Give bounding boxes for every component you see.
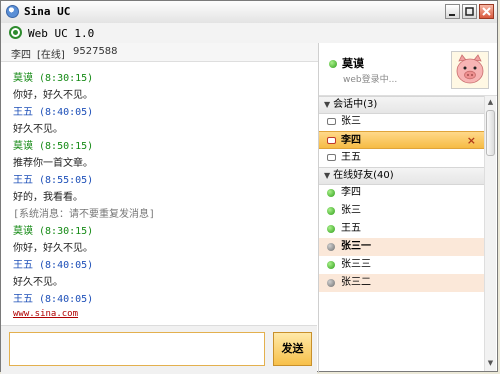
my-name-row: 莫谟 [329,55,364,71]
contacts-scrollbar[interactable]: ▲ ▼ [484,96,496,371]
message-text: 好久不见。 [13,277,63,288]
scroll-up-icon[interactable]: ▲ [486,97,495,108]
away-status-icon [327,279,335,287]
send-button[interactable]: 发送 [273,332,312,366]
expand-arrow-icon: ▼ [324,171,331,180]
expand-arrow-icon: ▼ [324,100,331,109]
away-status-icon [327,243,335,251]
contact-item[interactable]: 张三二 [319,274,484,292]
avatar[interactable] [451,51,489,89]
scrollbar-thumb[interactable] [486,110,495,156]
title-bar[interactable]: Sina UC [1,1,497,24]
contact-item[interactable]: 王五 [319,220,484,238]
contact-name: 张三 [341,116,361,127]
contact-item[interactable]: 张三一 [319,238,484,256]
my-status: web登录中... [343,75,398,85]
contact-item-selected[interactable]: 李四 × [319,131,484,149]
close-session-icon[interactable]: × [467,132,476,150]
message-input[interactable] [9,332,265,366]
peer-name: 李四 [11,50,31,61]
app-header: Web UC 1.0 [1,23,497,44]
sina-logo-icon [6,5,19,18]
contact-name: 王五 [341,223,361,234]
contact-name: 张三 [341,205,361,216]
message-text: 好的，我看看。 [13,192,83,203]
message-sender: 莫谟 (8:30:15) [13,73,94,84]
contact-item[interactable]: 李四 [319,184,484,202]
message-sender: 莫谟 (8:50:15) [13,141,94,152]
message-text: 好久不见。 [13,124,63,135]
group-label: 在线好友 [333,170,374,181]
group-label: 会话中 [333,99,364,110]
online-status-icon [327,189,335,197]
message-sender: 王五 (8:40:05) [13,260,94,271]
chat-bubble-icon [327,118,336,125]
contact-name: 张三三 [341,259,371,270]
app-version-label: Web UC 1.0 [28,27,95,40]
system-message: [系统消息：请不要重复发消息] [13,209,156,220]
online-status-icon [327,225,335,233]
online-status-icon [327,207,335,215]
contact-name: 李四 [341,135,361,146]
close-window-button[interactable] [479,4,494,19]
composer: 发送 [1,325,317,374]
app-window: Sina UC Web UC 1.0 李四 [在线] 9527588 莫谟 (8… [0,0,498,374]
minimize-button[interactable] [445,4,460,19]
my-profile: 莫谟 web登录中... [319,43,497,96]
maximize-button[interactable] [462,4,477,19]
group-count: (40) [373,170,394,181]
contact-item[interactable]: 张三 [319,113,484,131]
uc-logo-icon [9,26,22,39]
message-text: 你好，好久不见。 [13,90,93,101]
peer-status: [在线] [37,50,65,61]
message-sender: 莫谟 (8:30:15) [13,226,94,237]
chat-bubble-icon [327,154,336,161]
message-link[interactable]: www.sina.com [13,309,78,319]
contact-name: 李四 [341,187,361,198]
group-header-active[interactable]: ▼ 会话中(3) [319,96,484,114]
contacts-panel: 莫谟 web登录中... ▼ 会话中(3) 张三 李四 × 王五 ▼ 在线好友(… [319,43,497,371]
my-name: 莫谟 [342,57,364,70]
message-sender: 王五 (8:40:05) [13,107,94,118]
message-sender: 王五 (8:40:05) [13,294,94,305]
message-sender: 王五 (8:55:05) [13,175,94,186]
message-text: 你好，好久不见。 [13,243,93,254]
chat-header: 李四 [在线] 9527588 [1,43,318,62]
group-count: (3) [363,99,378,110]
online-status-icon [329,60,337,68]
contact-name: 张三一 [341,241,371,252]
pig-avatar-icon [456,54,484,84]
chat-panel: 李四 [在线] 9527588 莫谟 (8:30:15) 你好，好久不见。 王五… [1,43,319,374]
contact-item[interactable]: 张三 [319,202,484,220]
group-header-online[interactable]: ▼ 在线好友(40) [319,167,484,185]
message-history[interactable]: 莫谟 (8:30:15) 你好，好久不见。 王五 (8:40:05) 好久不见。… [1,62,317,324]
online-status-icon [327,261,335,269]
scroll-down-icon[interactable]: ▼ [486,358,495,369]
message-text: 推荐你一首文章。 [13,158,93,169]
chat-bubble-icon [327,137,336,144]
window-title: Sina UC [24,5,71,18]
contact-item[interactable]: 张三三 [319,256,484,274]
contact-name: 王五 [341,152,361,163]
peer-id: 9527588 [73,46,118,57]
contact-item[interactable]: 王五 [319,149,484,167]
contact-name: 张三二 [341,277,371,288]
